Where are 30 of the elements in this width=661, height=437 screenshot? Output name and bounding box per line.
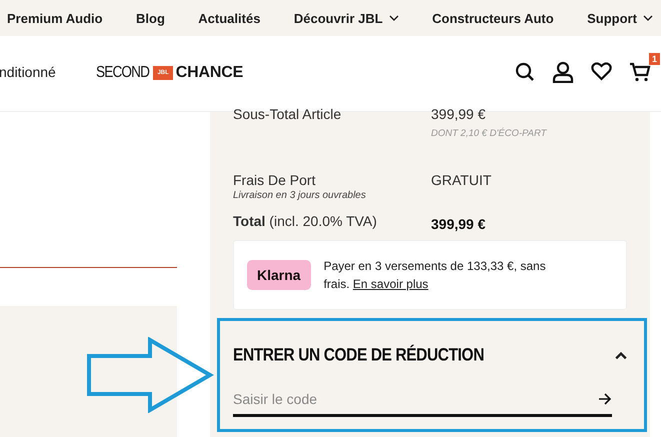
summary-label: Frais De Port <box>233 172 316 188</box>
nav-link[interactable]: Constructeurs Auto <box>432 10 554 26</box>
nav-link[interactable]: Premium Audio <box>7 10 103 26</box>
cart-icon[interactable] <box>629 62 651 82</box>
learn-more-link[interactable]: En savoir plus <box>352 277 428 291</box>
delivery-note: Livraison en 3 jours ouvrables <box>233 190 367 201</box>
chevron-down-icon <box>642 15 653 21</box>
nav-link[interactable]: Actualités <box>198 10 260 26</box>
search-icon[interactable] <box>515 62 535 82</box>
cart-count-badge: 1 <box>648 52 660 64</box>
arrow-icon <box>86 337 214 413</box>
eco-part-note: DONT 2,10 € D'ÉCO-PART <box>431 128 548 139</box>
chevron-down-icon <box>388 15 399 21</box>
heart-icon[interactable] <box>591 62 612 81</box>
summary-label: Total (incl. 20.0% TVA) <box>233 213 378 229</box>
summary-value: GRATUIT <box>431 172 492 188</box>
nav-link[interactable]: Support <box>587 10 653 26</box>
klarna-badge: Klarna <box>247 260 311 290</box>
nav-link[interactable]: Blog <box>136 10 165 26</box>
user-icon[interactable] <box>552 60 574 82</box>
code-input-field[interactable]: Saisir le code <box>233 391 598 407</box>
chevron-up-icon[interactable] <box>615 352 627 360</box>
summary-value: 399,99 € <box>431 106 486 122</box>
arrow-right-icon[interactable] <box>598 393 612 405</box>
nav-link[interactable]: nditionné <box>0 64 96 80</box>
summary-value: 399,99 € <box>431 216 486 232</box>
nav-link[interactable]: Découvrir JBL <box>294 10 399 26</box>
summary-label: Sous-Total Article <box>233 106 342 122</box>
installment-text: Payer en 3 versements de 133,33 €, sans frais. En savoir plus <box>324 258 547 293</box>
section-heading: ENTRER UN CODE DE RÉDUCTION <box>233 346 484 366</box>
